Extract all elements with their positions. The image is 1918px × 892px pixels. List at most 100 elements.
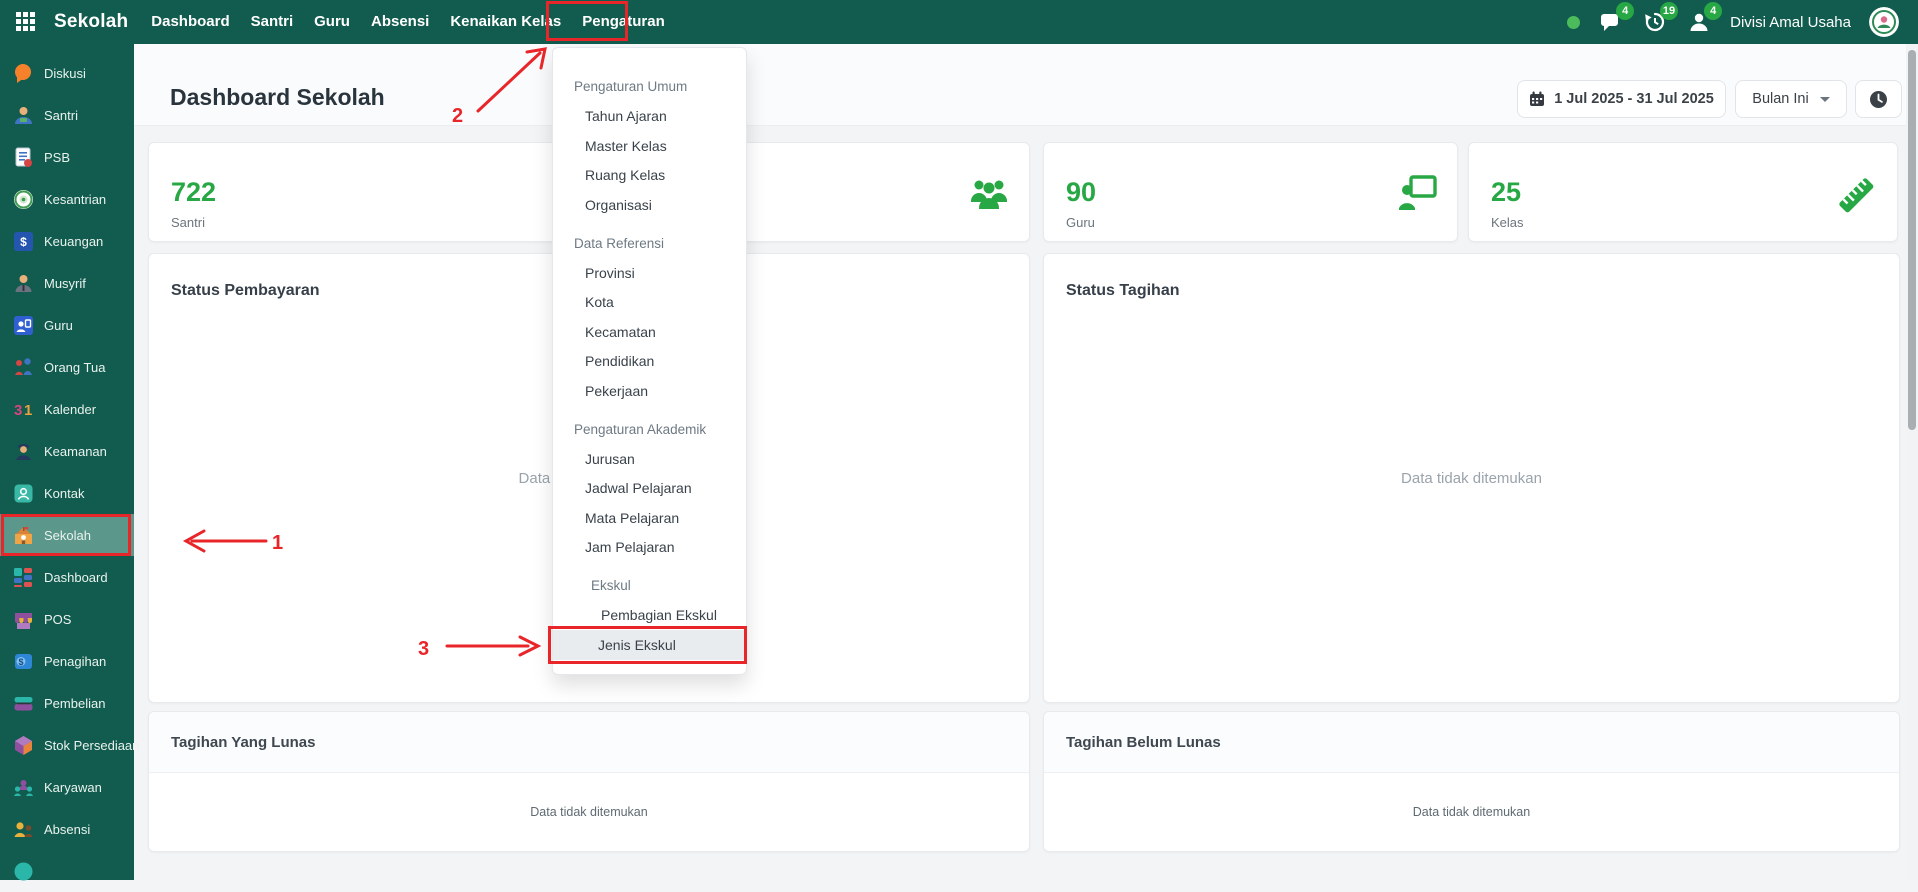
dropdown-item-mata-pelajaran[interactable]: Mata Pelajaran (553, 503, 746, 533)
card-title-tagihan-belum-lunas: Tagihan Belum Lunas (1044, 712, 1899, 773)
scrollbar-track[interactable] (1906, 44, 1918, 880)
contact-icon (13, 483, 34, 504)
users-group-icon (969, 175, 1009, 217)
sidebar: Diskusi Santri PSB Kesantrian $ Keuangan… (0, 44, 134, 880)
sidebar-item-diskusi[interactable]: Diskusi (0, 52, 134, 94)
dropdown-item-tahun-ajaran[interactable]: Tahun Ajaran (553, 102, 746, 132)
dropdown-header-ekskul: Ekskul (553, 571, 746, 601)
chat-icon[interactable]: 4 (1598, 9, 1624, 35)
sidebar-item-pembelian[interactable]: Pembelian (0, 682, 134, 724)
sidebar-item-kontak[interactable]: Kontak (0, 472, 134, 514)
security-guard-icon (13, 441, 34, 462)
svg-text:$: $ (20, 235, 27, 249)
dropdown-item-pendidikan[interactable]: Pendidikan (553, 347, 746, 377)
stat-card-guru: 90 Guru (1043, 142, 1458, 242)
sidebar-item-santri[interactable]: Santri (0, 94, 134, 136)
period-label: Bulan Ini (1752, 91, 1808, 107)
brand-title: Sekolah (54, 11, 128, 33)
card-title-status-tagihan: Status Tagihan (1044, 254, 1899, 300)
stat-label-guru: Guru (1044, 208, 1457, 230)
online-status-dot (1567, 16, 1580, 29)
sidebar-item-stok-persediaan[interactable]: Stok Persediaan (0, 724, 134, 766)
dropdown-item-master-kelas[interactable]: Master Kelas (553, 131, 746, 161)
user-division-name[interactable]: Divisi Amal Usaha (1730, 14, 1851, 31)
sidebar-item-partial[interactable] (0, 850, 134, 892)
history-clock-icon[interactable]: 19 (1642, 9, 1668, 35)
nav-item-pengaturan[interactable]: Pengaturan (582, 0, 665, 44)
chat-orange-icon (13, 63, 34, 84)
chevron-down-icon (1820, 97, 1830, 102)
awning-icon (13, 609, 34, 630)
navbar-left: Sekolah Dashboard Santri Guru Absensi Ke… (0, 0, 665, 44)
date-range-button[interactable]: 1 Jul 2025 - 31 Jul 2025 (1517, 80, 1726, 118)
person-suit-icon (13, 273, 34, 294)
svg-text:1: 1 (24, 402, 32, 419)
sidebar-item-kesantrian[interactable]: Kesantrian (0, 178, 134, 220)
dropdown-item-kecamatan[interactable]: Kecamatan (553, 317, 746, 347)
empty-state-tagihan-belum-lunas: Data tidak ditemukan (1044, 773, 1899, 851)
empty-state-status-tagihan: Data tidak ditemukan (1044, 470, 1899, 487)
calendar-31-icon: 31 (13, 399, 34, 420)
card-tagihan-lunas: Tagihan Yang Lunas Data tidak ditemukan (148, 711, 1030, 852)
dropdown-item-jadwal-pelajaran[interactable]: Jadwal Pelajaran (553, 474, 746, 504)
nav-item-kenaikan-kelas[interactable]: Kenaikan Kelas (450, 0, 561, 44)
nav-item-santri[interactable]: Santri (251, 0, 294, 44)
family-icon (13, 357, 34, 378)
svg-text:$: $ (18, 657, 23, 667)
scrollbar-thumb[interactable] (1908, 50, 1916, 430)
sidebar-item-sekolah[interactable]: Sekolah (0, 514, 134, 556)
dropdown-header-pengaturan-akademik: Pengaturan Akademik (553, 415, 746, 445)
sidebar-item-penagihan[interactable]: $ Penagihan (0, 640, 134, 682)
empty-state-tagihan-lunas: Data tidak ditemukan (149, 773, 1029, 851)
nav-item-guru[interactable]: Guru (314, 0, 350, 44)
period-select[interactable]: Bulan Ini (1735, 80, 1847, 118)
sidebar-item-dashboard[interactable]: Dashboard (0, 556, 134, 598)
sidebar-item-karyawan[interactable]: Karyawan (0, 766, 134, 808)
ruler-icon (1835, 175, 1877, 220)
chat-badge: 4 (1616, 2, 1634, 20)
school-building-icon (13, 525, 34, 546)
sidebar-item-psb[interactable]: PSB (0, 136, 134, 178)
employees-icon (13, 777, 34, 798)
dropdown-item-jenis-ekskul[interactable]: Jenis Ekskul (553, 630, 746, 660)
dropdown-item-organisasi[interactable]: Organisasi (553, 190, 746, 220)
dropdown-item-provinsi[interactable]: Provinsi (553, 258, 746, 288)
dropdown-item-ruang-kelas[interactable]: Ruang Kelas (553, 161, 746, 191)
stat-value-kelas: 25 (1469, 143, 1897, 208)
dropdown-item-pembagian-ekskul[interactable]: Pembagian Ekskul (553, 601, 746, 631)
navbar-menu: Dashboard Santri Guru Absensi Kenaikan K… (151, 0, 664, 44)
teacher-board-icon (1397, 175, 1437, 217)
dropdown-item-kota[interactable]: Kota (553, 288, 746, 318)
sidebar-item-keamanan[interactable]: Keamanan (0, 430, 134, 472)
date-range-label: 1 Jul 2025 - 31 Jul 2025 (1554, 91, 1714, 107)
avatar[interactable] (1869, 7, 1899, 37)
page-title: Dashboard Sekolah (170, 84, 385, 111)
sidebar-item-orang-tua[interactable]: Orang Tua (0, 346, 134, 388)
nav-item-dashboard[interactable]: Dashboard (151, 0, 229, 44)
billing-icon: $ (13, 651, 34, 672)
sidebar-item-keuangan[interactable]: $ Keuangan (0, 220, 134, 262)
sidebar-item-guru[interactable]: Guru (0, 304, 134, 346)
stat-card-kelas: 25 Kelas (1468, 142, 1898, 242)
sidebar-item-absensi[interactable]: Absensi (0, 808, 134, 850)
document-icon (13, 147, 34, 168)
user-graduate-icon[interactable]: 4 (1686, 9, 1712, 35)
sidebar-item-pos[interactable]: POS (0, 598, 134, 640)
dropdown-item-jurusan[interactable]: Jurusan (553, 444, 746, 474)
history-badge: 19 (1660, 2, 1678, 20)
card-status-tagihan: Status Tagihan Data tidak ditemukan (1043, 253, 1900, 703)
sidebar-item-kalender[interactable]: 31 Kalender (0, 388, 134, 430)
badge-green-icon (13, 189, 34, 210)
dropdown-header-pengaturan-umum: Pengaturan Umum (553, 72, 746, 102)
apps-grid-icon[interactable] (16, 12, 37, 33)
dropdown-item-jam-pelajaran[interactable]: Jam Pelajaran (553, 533, 746, 563)
nav-item-absensi[interactable]: Absensi (371, 0, 429, 44)
sidebar-item-musyrif[interactable]: Musyrif (0, 262, 134, 304)
history-button[interactable] (1855, 80, 1902, 118)
dropdown-item-pekerjaan[interactable]: Pekerjaan (553, 376, 746, 406)
dropdown-header-data-referensi: Data Referensi (553, 229, 746, 259)
top-navbar: Sekolah Dashboard Santri Guru Absensi Ke… (0, 0, 1918, 44)
dollar-square-icon: $ (13, 231, 34, 252)
purchase-icon (13, 693, 34, 714)
svg-text:3: 3 (14, 402, 22, 419)
